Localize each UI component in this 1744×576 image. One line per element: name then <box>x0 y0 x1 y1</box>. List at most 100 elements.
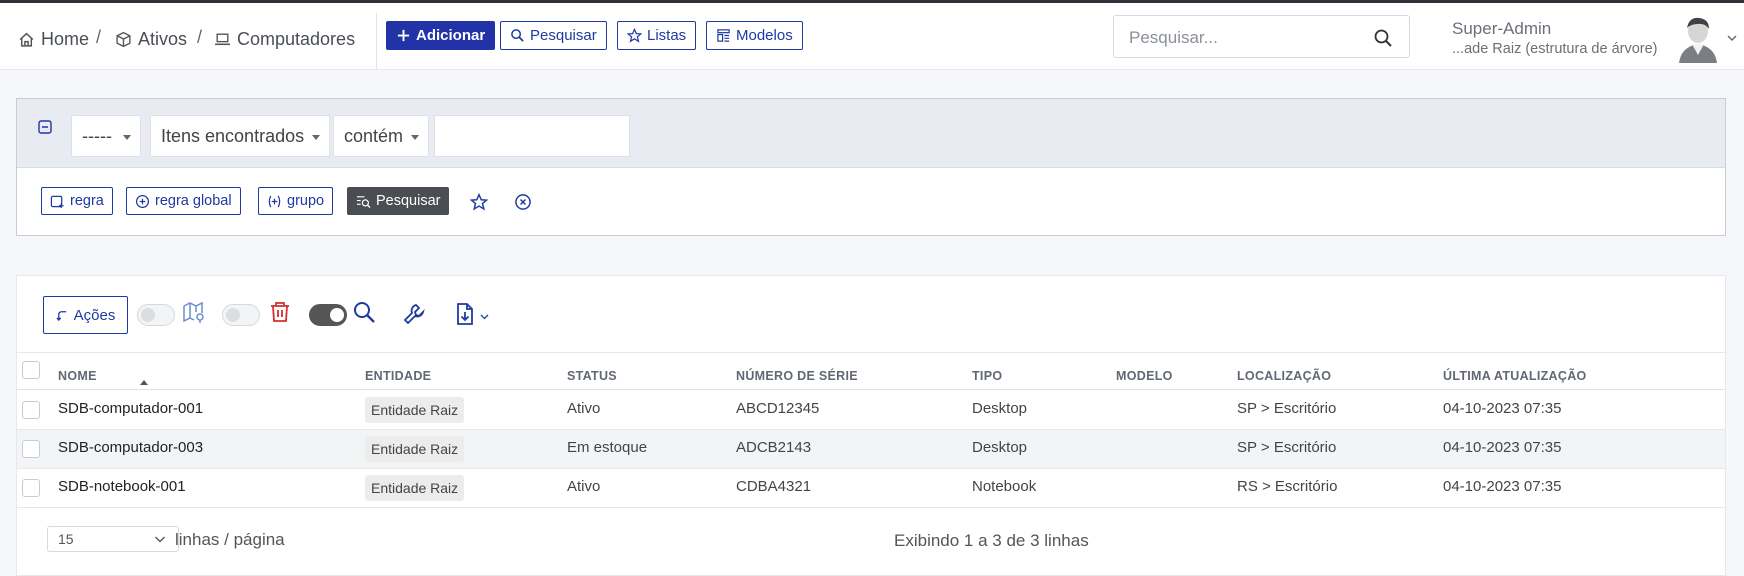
cell-type: Desktop <box>972 439 1028 456</box>
table-row[interactable]: SDB-notebook-001 Entidade Raiz Ativo CDB… <box>17 469 1725 508</box>
lists-button-label: Listas <box>647 27 687 44</box>
cell-name[interactable]: SDB-computador-003 <box>58 439 203 456</box>
map-toggle[interactable] <box>137 304 175 326</box>
select-all-checkbox[interactable] <box>22 361 40 379</box>
cell-updated: 04-10-2023 07:35 <box>1443 478 1562 495</box>
column-header-entity[interactable]: ENTIDADE <box>365 369 431 383</box>
row-checkbox[interactable] <box>22 479 40 497</box>
cell-serial: CDBA4321 <box>736 478 812 495</box>
actions-label: Ações <box>73 306 116 324</box>
results-table-card: Ações NOME ENTIDADE STATUS NÚMERO DE SÉR… <box>16 275 1726 576</box>
models-button[interactable]: Modelos <box>706 21 803 50</box>
table-row[interactable]: SDB-computador-001 Entidade Raiz Ativo A… <box>17 391 1725 430</box>
row-checkbox[interactable] <box>22 401 40 419</box>
user-entity[interactable]: ...ade Raiz (estrutura de árvore) <box>1452 41 1658 57</box>
cell-entity-badge: Entidade Raiz <box>365 397 465 423</box>
search-icon[interactable] <box>352 300 376 324</box>
star-icon <box>627 28 642 43</box>
export-icon[interactable] <box>453 302 477 326</box>
cell-type: Desktop <box>972 400 1028 417</box>
star-icon[interactable] <box>470 193 488 211</box>
global-search-input[interactable]: Pesquisar... <box>1113 15 1410 58</box>
laptop-icon <box>215 32 230 45</box>
map-pin-icon[interactable] <box>182 301 206 325</box>
add-global-rule-button[interactable]: regra global <box>126 187 241 215</box>
search-icon <box>511 29 524 42</box>
add-rule-button[interactable]: regra <box>41 187 113 215</box>
field-select[interactable]: ----- <box>71 115 141 157</box>
breadcrumb-ativos[interactable]: Ativos <box>115 29 187 49</box>
cell-entity-badge: Entidade Raiz <box>365 475 465 501</box>
column-header-type[interactable]: TIPO <box>972 369 1002 383</box>
run-search-button[interactable]: Pesquisar <box>347 187 450 215</box>
row-checkbox[interactable] <box>22 440 40 458</box>
group-icon <box>268 195 281 207</box>
user-name[interactable]: Super-Admin <box>1452 19 1551 39</box>
reset-icon[interactable] <box>514 193 532 211</box>
column-header-status[interactable]: STATUS <box>567 369 617 383</box>
wrench-icon[interactable] <box>402 302 426 326</box>
chevron-down-icon[interactable] <box>480 313 489 320</box>
breadcrumb-computadores-label: Computadores <box>237 28 356 49</box>
pagination-info: Exibindo 1 a 3 de 3 linhas <box>894 531 1089 550</box>
criteria-select[interactable]: Itens encontrados <box>150 115 330 157</box>
trash-icon[interactable] <box>268 300 292 324</box>
chevron-down-icon <box>155 536 165 543</box>
add-group-label: grupo <box>287 193 325 209</box>
trash-toggle[interactable] <box>222 304 260 326</box>
cell-location: SP > Escritório <box>1237 439 1337 456</box>
search-button[interactable]: Pesquisar <box>500 21 607 50</box>
table-row[interactable]: SDB-computador-003 Entidade Raiz Em esto… <box>17 430 1725 469</box>
avatar[interactable] <box>1675 13 1721 63</box>
column-header-updated[interactable]: ÚLTIMA ATUALIZAÇÃO <box>1443 369 1587 383</box>
column-header-name[interactable]: NOME <box>58 369 148 385</box>
search-toggle[interactable] <box>309 304 347 326</box>
cell-entity-badge: Entidade Raiz <box>365 436 465 462</box>
cell-updated: 04-10-2023 07:35 <box>1443 439 1562 456</box>
header-divider <box>376 13 377 69</box>
column-header-label: NOME <box>58 369 97 383</box>
sort-ascending-icon <box>140 380 148 385</box>
corner-arrow-icon <box>56 310 66 321</box>
lists-button[interactable]: Listas <box>617 21 697 50</box>
cell-status: Em estoque <box>567 439 648 456</box>
home-icon <box>19 32 34 47</box>
rows-per-page-select[interactable]: 15 <box>47 526 179 552</box>
field-select-value: ----- <box>82 125 112 146</box>
search-placeholder: Pesquisar... <box>1129 28 1218 47</box>
search-icon[interactable] <box>1373 28 1393 48</box>
breadcrumb-computadores[interactable]: Computadores <box>214 29 355 49</box>
box-icon <box>116 31 131 47</box>
cell-status: Ativo <box>567 478 601 495</box>
add-button[interactable]: Adicionar <box>386 21 496 50</box>
add-rule-icon <box>50 195 64 208</box>
add-group-button[interactable]: grupo <box>258 187 334 215</box>
column-header-model[interactable]: MODELO <box>1116 369 1173 383</box>
operator-select[interactable]: contém <box>333 115 429 157</box>
cell-name[interactable]: SDB-notebook-001 <box>58 478 186 495</box>
add-rule-label: regra <box>70 193 104 209</box>
search-list-icon <box>356 195 371 208</box>
models-button-label: Modelos <box>736 27 793 44</box>
actions-button[interactable]: Ações <box>43 296 128 334</box>
breadcrumb-home[interactable]: Home <box>18 29 89 49</box>
plus-icon <box>397 29 410 42</box>
breadcrumb-ativos-label: Ativos <box>138 28 188 49</box>
table-header: NOME ENTIDADE STATUS NÚMERO DE SÉRIE TIP… <box>17 352 1725 390</box>
cell-location: SP > Escritório <box>1237 400 1337 417</box>
chevron-down-icon[interactable] <box>1726 33 1738 43</box>
cell-status: Ativo <box>567 400 601 417</box>
column-header-serial[interactable]: NÚMERO DE SÉRIE <box>736 369 858 383</box>
header: Home / Ativos / Computadores Adicionar P… <box>0 3 1744 70</box>
cell-updated: 04-10-2023 07:35 <box>1443 400 1562 417</box>
search-criteria-panel: ----- Itens encontrados contém regra reg… <box>16 98 1726 236</box>
rows-per-page-label: linhas / página <box>175 530 285 549</box>
criteria-select-value: Itens encontrados <box>161 125 305 146</box>
value-input[interactable] <box>434 115 630 157</box>
breadcrumb-separator: / <box>96 27 102 47</box>
cell-type: Notebook <box>972 478 1037 495</box>
column-header-location[interactable]: LOCALIZAÇÃO <box>1237 369 1331 383</box>
cell-serial: ADCB2143 <box>736 439 812 456</box>
collapse-icon[interactable] <box>38 120 52 134</box>
cell-name[interactable]: SDB-computador-001 <box>58 400 203 417</box>
